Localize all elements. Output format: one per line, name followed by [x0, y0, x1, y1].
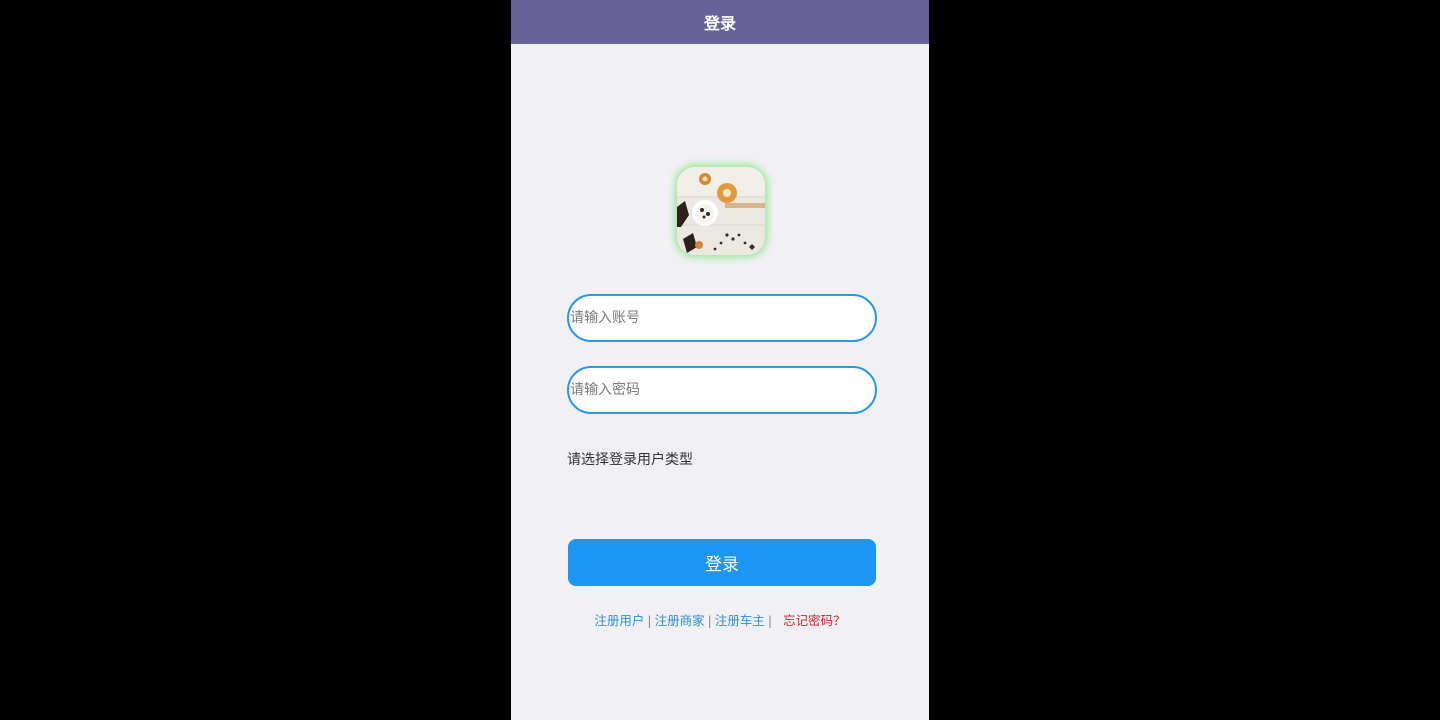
footer-links: 注册用户 | 注册商家 | 注册车主 | 忘记密码？ — [511, 610, 929, 629]
link-separator: | — [767, 613, 773, 628]
login-screen: 登录 请输入账号 请选择登录用户类型 登录 注册用户 | 注册商家 | 注册车主… — [511, 0, 929, 720]
top-bar: 登录 — [511, 0, 929, 44]
account-field[interactable] — [567, 294, 877, 342]
account-input[interactable] — [569, 296, 860, 340]
forgot-password-link[interactable]: 忘记密码？ — [783, 613, 846, 628]
password-field[interactable] — [567, 366, 877, 414]
food-photo-icon — [677, 167, 765, 255]
avatar — [677, 167, 765, 255]
register-owner-link[interactable]: 注册车主 — [715, 613, 765, 628]
password-input[interactable] — [569, 368, 860, 412]
login-button[interactable]: 登录 — [568, 539, 876, 586]
link-separator: | — [647, 613, 652, 628]
page-title: 登录 — [703, 14, 736, 33]
register-user-link[interactable]: 注册用户 — [594, 613, 644, 628]
user-type-label: 请选择登录用户类型 — [567, 452, 693, 468]
link-separator: | — [707, 613, 712, 628]
register-merchant-link[interactable]: 注册商家 — [655, 613, 705, 628]
